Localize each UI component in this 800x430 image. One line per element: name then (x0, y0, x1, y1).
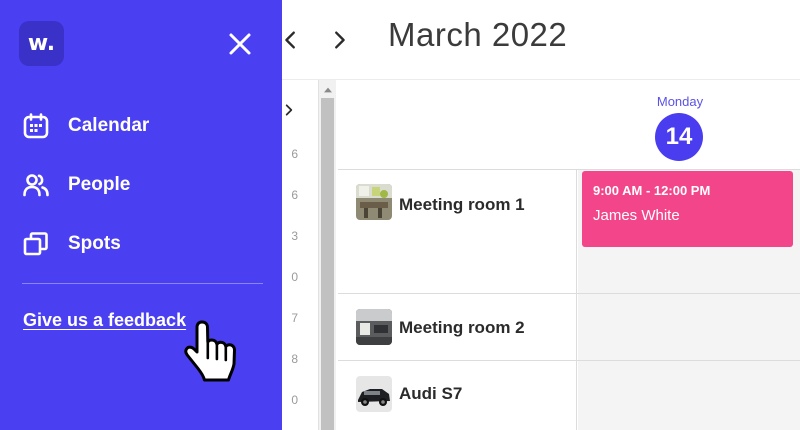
next-month-button[interactable] (324, 22, 354, 58)
feedback-link[interactable]: Give us a feedback (23, 310, 186, 331)
day-number-badge[interactable]: 14 (655, 113, 703, 161)
mini-calendar-day[interactable]: 6 (282, 188, 298, 202)
chevron-left-icon (285, 31, 295, 49)
menu-item-people[interactable]: People (22, 165, 262, 205)
scrollbar-thumb[interactable] (321, 98, 334, 430)
menu-item-label: Spots (68, 233, 121, 254)
chevron-right-icon (335, 31, 345, 49)
event-person: James White (593, 207, 680, 224)
people-icon (23, 174, 49, 197)
booking-event[interactable]: 9:00 AM - 12:00 PM James White (582, 171, 793, 247)
day-header: Monday 14 (338, 80, 800, 170)
app-screen: March 2022 6 6 3 0 7 8 0 Monday 14 Meeti… (0, 0, 800, 430)
drawer-divider (22, 283, 263, 284)
menu-item-label: Calendar (68, 115, 150, 136)
day-name: Monday (656, 94, 704, 109)
scroll-up-arrow-icon[interactable] (319, 84, 337, 96)
resource-label: Meeting room 1 (399, 195, 525, 214)
spots-icon (23, 232, 48, 256)
resource-label: Audi S7 (399, 384, 463, 403)
mini-calendar-day[interactable]: 0 (282, 270, 298, 284)
side-drawer: w. Calendar People Spots Give us a feedb… (0, 0, 282, 430)
app-logo[interactable]: w. (19, 21, 64, 66)
scrollbar[interactable] (318, 80, 336, 430)
resource-row: Meeting room 2 (338, 294, 800, 361)
mini-calendar-day[interactable]: 0 (282, 393, 298, 407)
close-icon (229, 33, 251, 55)
chevron-right-icon (285, 104, 293, 116)
resource-row: Audi S7 (338, 361, 800, 430)
menu-item-label: People (68, 174, 131, 195)
event-time: 9:00 AM - 12:00 PM (593, 183, 711, 198)
close-drawer-button[interactable] (222, 26, 258, 62)
mini-calendar-day[interactable]: 3 (282, 229, 298, 243)
menu-item-calendar[interactable]: Calendar (22, 106, 262, 146)
mini-calendar: 6 6 3 0 7 8 0 (282, 80, 318, 430)
mini-calendar-day[interactable]: 7 (282, 311, 298, 325)
menu-item-spots[interactable]: Spots (22, 224, 262, 264)
mini-calendar-day[interactable]: 6 (282, 147, 298, 161)
calendar-icon (23, 113, 49, 139)
meeting-room-photo (356, 184, 392, 220)
mini-calendar-next-button[interactable] (282, 98, 296, 122)
mini-calendar-day[interactable]: 8 (282, 352, 298, 366)
car-photo (356, 376, 392, 412)
meeting-room-photo (356, 309, 392, 345)
calendar-grid: Monday 14 Meeting room 1 Meeting room 2 … (338, 80, 800, 430)
resource-label: Meeting room 2 (399, 318, 525, 337)
month-title: March 2022 (388, 16, 568, 53)
